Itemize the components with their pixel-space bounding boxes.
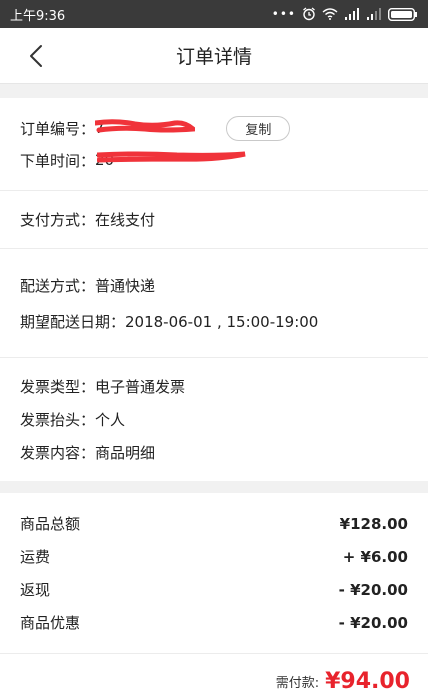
chevron-left-icon: [30, 45, 42, 67]
signal-2-icon: [367, 8, 381, 20]
amount-row-discount: 商品优惠 - ¥20.00: [20, 606, 408, 639]
status-time: 上午9:36: [10, 8, 66, 24]
amount-value: - ¥20.00: [338, 580, 408, 599]
back-button[interactable]: [22, 42, 50, 70]
wifi-icon: [322, 8, 338, 20]
payment-section: 支付方式：在线支付: [0, 191, 428, 249]
amount-value: + ¥6.00: [342, 547, 408, 566]
shipping-method: 配送方式：普通快递: [20, 276, 156, 295]
amount-list: 商品总额 ¥128.00 运费 + ¥6.00 返现 - ¥20.00 商品优惠…: [0, 493, 428, 654]
invoice-section: 发票类型：电子普通发票 发票抬头：个人 发票内容：商品明细: [0, 358, 428, 481]
redaction-scribble: [95, 119, 196, 133]
order-number-row: 订单编号： 7 复制: [20, 112, 408, 144]
amount-card: 商品总额 ¥128.00 运费 + ¥6.00 返现 - ¥20.00 商品优惠…: [0, 493, 428, 691]
alarm-icon: [303, 7, 315, 21]
amount-value: ¥128.00: [339, 514, 408, 533]
amount-value: - ¥20.00: [338, 613, 408, 632]
status-icons: •••: [272, 7, 418, 21]
order-number-value: 7: [95, 119, 204, 137]
more-dots-icon: •••: [271, 7, 296, 21]
order-info-card: 订单编号： 7 复制 下单时间： 20 支付方式：在线支付 配送方式：普通快递 …: [0, 98, 428, 481]
order-section: 订单编号： 7 复制 下单时间： 20: [0, 98, 428, 191]
shipping-section: 配送方式：普通快递 期望配送日期：2018-06-01 , 15:00-19:0…: [0, 249, 428, 358]
total-value: ¥94.00: [325, 668, 410, 691]
payment-method: 支付方式：在线支付: [20, 211, 156, 229]
page-title: 订单详情: [175, 46, 252, 68]
amount-row-shipping: 运费 + ¥6.00: [20, 540, 408, 573]
amount-label: 商品总额: [20, 515, 81, 533]
amount-row-subtotal: 商品总额 ¥128.00: [20, 507, 408, 540]
total-row: 需付款: ¥94.00: [0, 654, 428, 691]
copy-button[interactable]: 复制: [226, 115, 291, 141]
total-label: 需付款:: [275, 675, 320, 691]
expected-delivery-date: 期望配送日期：2018-06-01 , 15:00-19:00: [20, 312, 319, 331]
order-time-value: 20: [95, 151, 259, 169]
order-number-label: 订单编号：: [20, 119, 96, 138]
order-time-row: 下单时间： 20: [20, 144, 408, 176]
nav-bar: 订单详情: [0, 28, 428, 84]
amount-row-cashback: 返现 - ¥20.00: [20, 573, 408, 606]
invoice-content: 发票内容：商品明细: [20, 444, 156, 462]
amount-label: 返现: [20, 581, 51, 599]
signal-icon: [345, 8, 359, 20]
amount-label: 商品优惠: [20, 614, 81, 632]
status-bar: 上午9:36 •••: [0, 0, 428, 28]
invoice-type: 发票类型：电子普通发票: [20, 378, 186, 396]
order-time-label: 下单时间：: [20, 151, 96, 170]
redaction-scribble: [97, 151, 246, 163]
amount-label: 运费: [20, 548, 51, 566]
invoice-title: 发票抬头：个人: [20, 411, 126, 429]
battery-icon: [388, 7, 417, 21]
